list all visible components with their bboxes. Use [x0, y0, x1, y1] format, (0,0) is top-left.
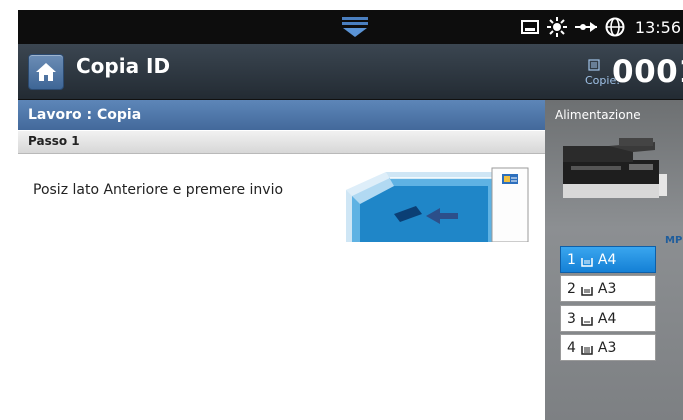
- brightness-icon: [546, 17, 567, 37]
- step-bar: Passo 1: [18, 131, 545, 154]
- tray-3[interactable]: 3 A4: [560, 305, 656, 332]
- title-bar: Copia ID Copie: 0001: [18, 44, 683, 100]
- clock: 13:56: [634, 17, 681, 37]
- scanner-glass-illustration: [346, 162, 530, 246]
- copies-count[interactable]: 0001: [612, 54, 683, 90]
- instruction-text: Posiz lato Anteriore e premere invio: [33, 182, 284, 198]
- paper-source-title: Alimentazione: [555, 108, 641, 122]
- globe-icon: [605, 17, 625, 37]
- tray-2[interactable]: 2 A3: [560, 275, 656, 302]
- paper-stack-icon: [581, 314, 593, 326]
- job-bar: Lavoro : Copia: [18, 100, 545, 130]
- transfer-icon: [574, 19, 597, 35]
- paper-source-panel: Alimentazione MP 1 A4 2 A3 3 A4 4 A3: [545, 100, 683, 420]
- paper-stack-icon: [581, 343, 593, 355]
- home-button[interactable]: [28, 54, 64, 90]
- tray-size: A4: [597, 251, 617, 268]
- status-icons: 13:56: [520, 10, 683, 44]
- tray-number: 4: [567, 339, 576, 356]
- job-label: Lavoro : Copia: [28, 107, 142, 123]
- paper-stack-icon: [581, 284, 593, 296]
- tray-list: 1 A4 2 A3 3 A4 4 A3: [560, 246, 656, 363]
- page-title: Copia ID: [76, 54, 171, 78]
- tray-1[interactable]: 1 A4: [560, 246, 656, 273]
- step-label: Passo 1: [28, 134, 80, 148]
- tray-number: 3: [567, 310, 576, 327]
- tray-size: A3: [597, 339, 617, 356]
- screen: 13:56 Copia ID Copie: 0001 Lavoro : Copi…: [18, 10, 683, 420]
- paper-stack-icon: [581, 255, 593, 267]
- status-bar: 13:56: [18, 10, 683, 44]
- tray-size: A4: [597, 310, 617, 327]
- pull-down-handle-icon[interactable]: [342, 16, 368, 38]
- tray-4[interactable]: 4 A3: [560, 334, 656, 361]
- tray-size: A3: [597, 280, 617, 297]
- main-panel: Lavoro : Copia Passo 1 Posiz lato Anteri…: [18, 100, 545, 420]
- screen-icon: [520, 20, 539, 34]
- tray-number: 2: [567, 280, 576, 297]
- tray-number: 1: [567, 251, 576, 268]
- mp-tray-label[interactable]: MP: [665, 235, 682, 246]
- printer-illustration: [559, 138, 669, 202]
- copies-icon: [588, 56, 600, 71]
- home-icon: [36, 63, 56, 81]
